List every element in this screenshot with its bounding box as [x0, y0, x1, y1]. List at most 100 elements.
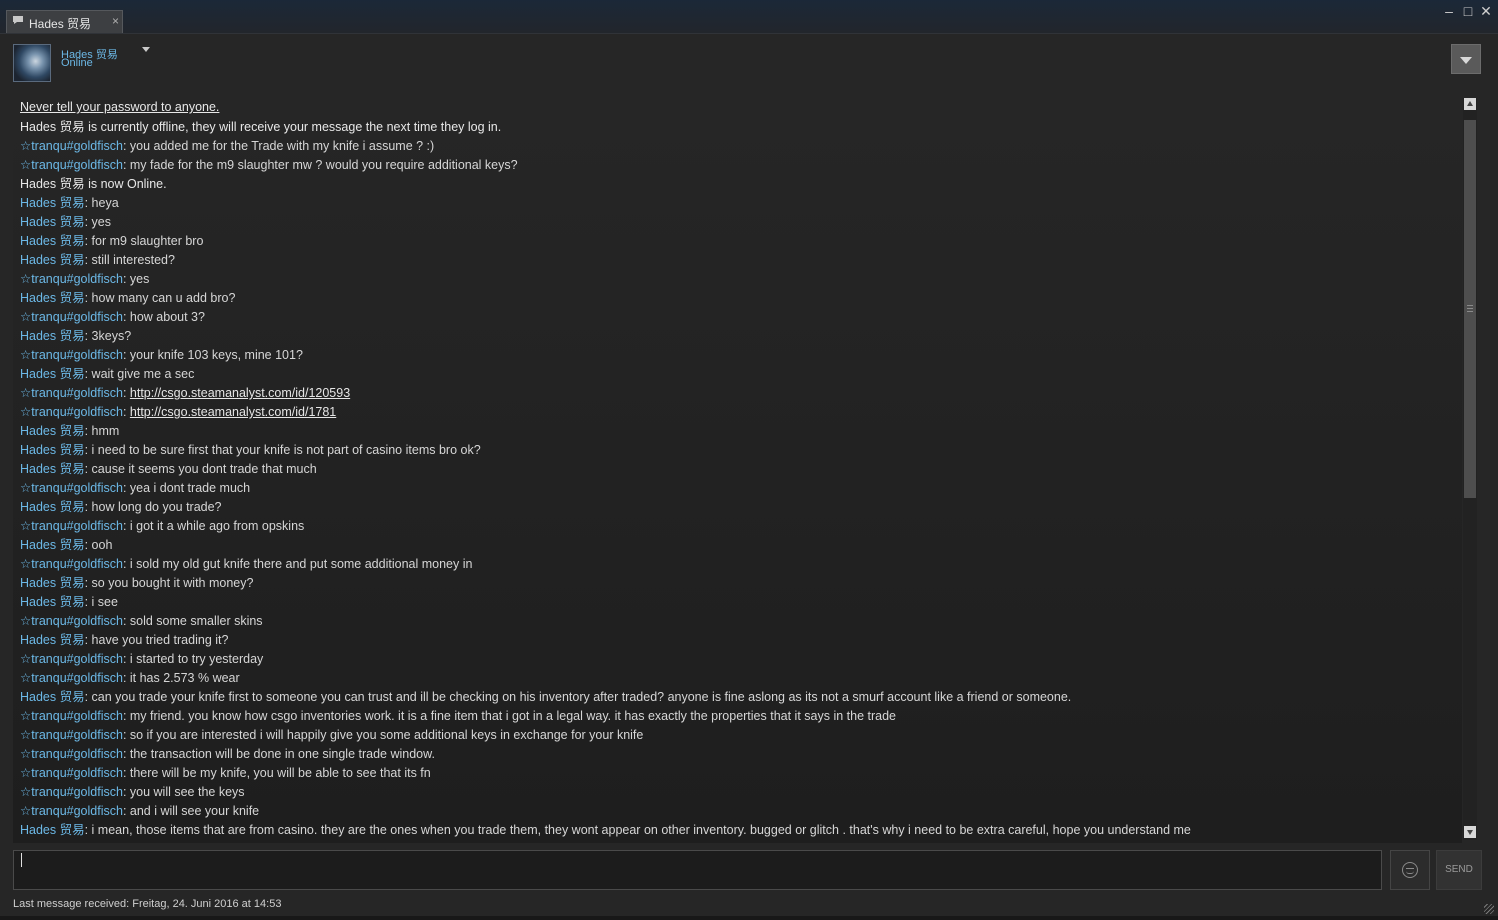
- message-text: : so you bought it with money?: [84, 576, 254, 590]
- chat-message: ☆tranqu#goldfisch: yea i dont trade much: [20, 481, 250, 496]
- chat-bubble-icon: [13, 16, 23, 24]
- message-sender[interactable]: ☆tranqu#goldfisch: [20, 348, 123, 362]
- message-text: : i mean, those items that are from casi…: [84, 823, 1191, 837]
- chat-message: Hades 贸易: cause it seems you dont trade …: [20, 462, 317, 477]
- send-button[interactable]: SEND: [1436, 850, 1482, 890]
- caret-down-icon[interactable]: [142, 47, 150, 52]
- message-sender[interactable]: Hades 贸易: [20, 538, 85, 552]
- message-sender[interactable]: Hades 贸易: [20, 215, 85, 229]
- message-sender[interactable]: Hades 贸易: [20, 443, 85, 457]
- chat-message: Hades 贸易: how long do you trade?: [20, 500, 222, 515]
- message-text: : have you tried trading it?: [84, 633, 229, 647]
- message-text: : cause it seems you dont trade that muc…: [84, 462, 317, 476]
- message-sender[interactable]: ☆tranqu#goldfisch: [20, 386, 123, 400]
- message-sender[interactable]: Hades 贸易: [20, 424, 85, 438]
- chat-message: ☆tranqu#goldfisch: http://csgo.steamanal…: [20, 386, 350, 401]
- message-sender[interactable]: ☆tranqu#goldfisch: [20, 557, 123, 571]
- tab-close-icon[interactable]: ×: [112, 14, 119, 28]
- message-sender[interactable]: ☆tranqu#goldfisch: [20, 481, 123, 495]
- message-sender[interactable]: ☆tranqu#goldfisch: [20, 709, 123, 723]
- message-text: : hmm: [84, 424, 120, 438]
- chat-message: ☆tranqu#goldfisch: my fade for the m9 sl…: [20, 158, 518, 173]
- emoticon-button[interactable]: [1390, 850, 1430, 890]
- message-text: : i started to try yesterday: [122, 652, 264, 666]
- message-text: : i sold my old gut knife there and put …: [122, 557, 473, 571]
- message-sender[interactable]: ☆tranqu#goldfisch: [20, 405, 123, 419]
- message-sender[interactable]: Hades 贸易: [20, 462, 85, 476]
- message-sender[interactable]: Hades 贸易: [20, 595, 85, 609]
- message-text: : sold some smaller skins: [122, 614, 263, 628]
- chat-message: Hades 贸易: wait give me a sec: [20, 367, 194, 382]
- chat-message: ☆tranqu#goldfisch: there will be my knif…: [20, 766, 431, 781]
- chat-message: ☆tranqu#goldfisch: yes: [20, 272, 149, 287]
- message-sender[interactable]: Hades 贸易: [20, 690, 85, 704]
- title-bar: Hades 贸易 × – □ ✕: [0, 0, 1498, 34]
- last-message-status: Last message received: Freitag, 24. Juni…: [13, 898, 282, 910]
- chat-options-button[interactable]: [1451, 44, 1481, 74]
- password-warning: Never tell your password to anyone.: [20, 100, 220, 114]
- message-sender[interactable]: Hades 贸易: [20, 633, 85, 647]
- message-sender[interactable]: ☆tranqu#goldfisch: [20, 652, 123, 666]
- message-sender[interactable]: Hades 贸易: [20, 500, 85, 514]
- maximize-button[interactable]: □: [1460, 3, 1476, 19]
- chat-message: ☆tranqu#goldfisch: you added me for the …: [20, 139, 434, 154]
- scroll-down-arrow-icon[interactable]: [1464, 826, 1476, 838]
- scroll-up-arrow-icon[interactable]: [1464, 98, 1476, 110]
- chat-message: Hades 贸易: i see: [20, 595, 118, 610]
- message-sender[interactable]: Hades 贸易: [20, 196, 85, 210]
- smiley-face-icon: [1402, 862, 1418, 878]
- message-sender[interactable]: Hades 贸易: [20, 253, 85, 267]
- message-sender[interactable]: Hades 贸易: [20, 329, 85, 343]
- message-sender[interactable]: ☆tranqu#goldfisch: [20, 310, 123, 324]
- message-sender[interactable]: Hades 贸易: [20, 234, 85, 248]
- message-sender[interactable]: ☆tranqu#goldfisch: [20, 804, 123, 818]
- chat-message: Hades 贸易: ooh: [20, 538, 112, 553]
- close-window-button[interactable]: ✕: [1478, 3, 1494, 19]
- message-sender[interactable]: ☆tranqu#goldfisch: [20, 785, 123, 799]
- message-text: : i need to be sure first that your knif…: [84, 443, 481, 457]
- chat-message: ☆tranqu#goldfisch: my friend. you know h…: [20, 709, 896, 724]
- message-sender[interactable]: Hades 贸易: [20, 291, 85, 305]
- chat-message: ☆tranqu#goldfisch: http://csgo.steamanal…: [20, 405, 336, 420]
- message-link[interactable]: http://csgo.steamanalyst.com/id/1781: [130, 405, 336, 419]
- message-sender[interactable]: ☆tranqu#goldfisch: [20, 766, 123, 780]
- chat-log: Never tell your password to anyone. Hade…: [13, 96, 1462, 843]
- message-sender[interactable]: Hades 贸易: [20, 576, 85, 590]
- resize-grip-icon[interactable]: [1484, 904, 1494, 914]
- message-text: : yes: [84, 215, 112, 229]
- avatar[interactable]: [13, 44, 51, 82]
- message-sender[interactable]: Hades 贸易: [20, 367, 85, 381]
- chat-message: Hades 贸易: 3keys?: [20, 329, 131, 344]
- message-text: : so if you are interested i will happil…: [122, 728, 644, 742]
- message-sender[interactable]: ☆tranqu#goldfisch: [20, 158, 123, 172]
- message-input[interactable]: [13, 850, 1382, 890]
- chat-scrollbar[interactable]: [1463, 98, 1477, 840]
- minimize-button[interactable]: –: [1441, 3, 1457, 19]
- message-sender[interactable]: ☆tranqu#goldfisch: [20, 519, 123, 533]
- scroll-thumb[interactable]: [1464, 120, 1476, 498]
- message-sender[interactable]: ☆tranqu#goldfisch: [20, 139, 123, 153]
- message-text: : you will see the keys: [122, 785, 245, 799]
- message-link[interactable]: http://csgo.steamanalyst.com/id/120593: [130, 386, 350, 400]
- chat-tab[interactable]: Hades 贸易 ×: [6, 10, 123, 33]
- chat-message: ☆tranqu#goldfisch: your knife 103 keys, …: [20, 348, 303, 363]
- message-text: : how long do you trade?: [84, 500, 222, 514]
- message-text: : 3keys?: [84, 329, 132, 343]
- chat-message: Hades 贸易: have you tried trading it?: [20, 633, 228, 648]
- message-sender[interactable]: Hades 贸易: [20, 823, 85, 837]
- message-sender[interactable]: ☆tranqu#goldfisch: [20, 671, 123, 685]
- chevron-down-icon: [1460, 57, 1472, 64]
- message-sender[interactable]: ☆tranqu#goldfisch: [20, 728, 123, 742]
- chat-message: Hades 贸易: so you bought it with money?: [20, 576, 253, 591]
- chat-message: ☆tranqu#goldfisch: i got it a while ago …: [20, 519, 304, 534]
- message-text: : how many can u add bro?: [84, 291, 236, 305]
- message-sender[interactable]: ☆tranqu#goldfisch: [20, 747, 123, 761]
- message-text: : the transaction will be done in one si…: [122, 747, 435, 761]
- message-sender[interactable]: ☆tranqu#goldfisch: [20, 614, 123, 628]
- tab-label: Hades 贸易: [29, 17, 92, 31]
- chat-message: ☆tranqu#goldfisch: i sold my old gut kni…: [20, 557, 472, 572]
- message-sender[interactable]: ☆tranqu#goldfisch: [20, 272, 123, 286]
- chat-message: Hades 贸易: i need to be sure first that y…: [20, 443, 481, 458]
- chat-message: Hades 贸易: hmm: [20, 424, 119, 439]
- message-text: : yea i dont trade much: [122, 481, 251, 495]
